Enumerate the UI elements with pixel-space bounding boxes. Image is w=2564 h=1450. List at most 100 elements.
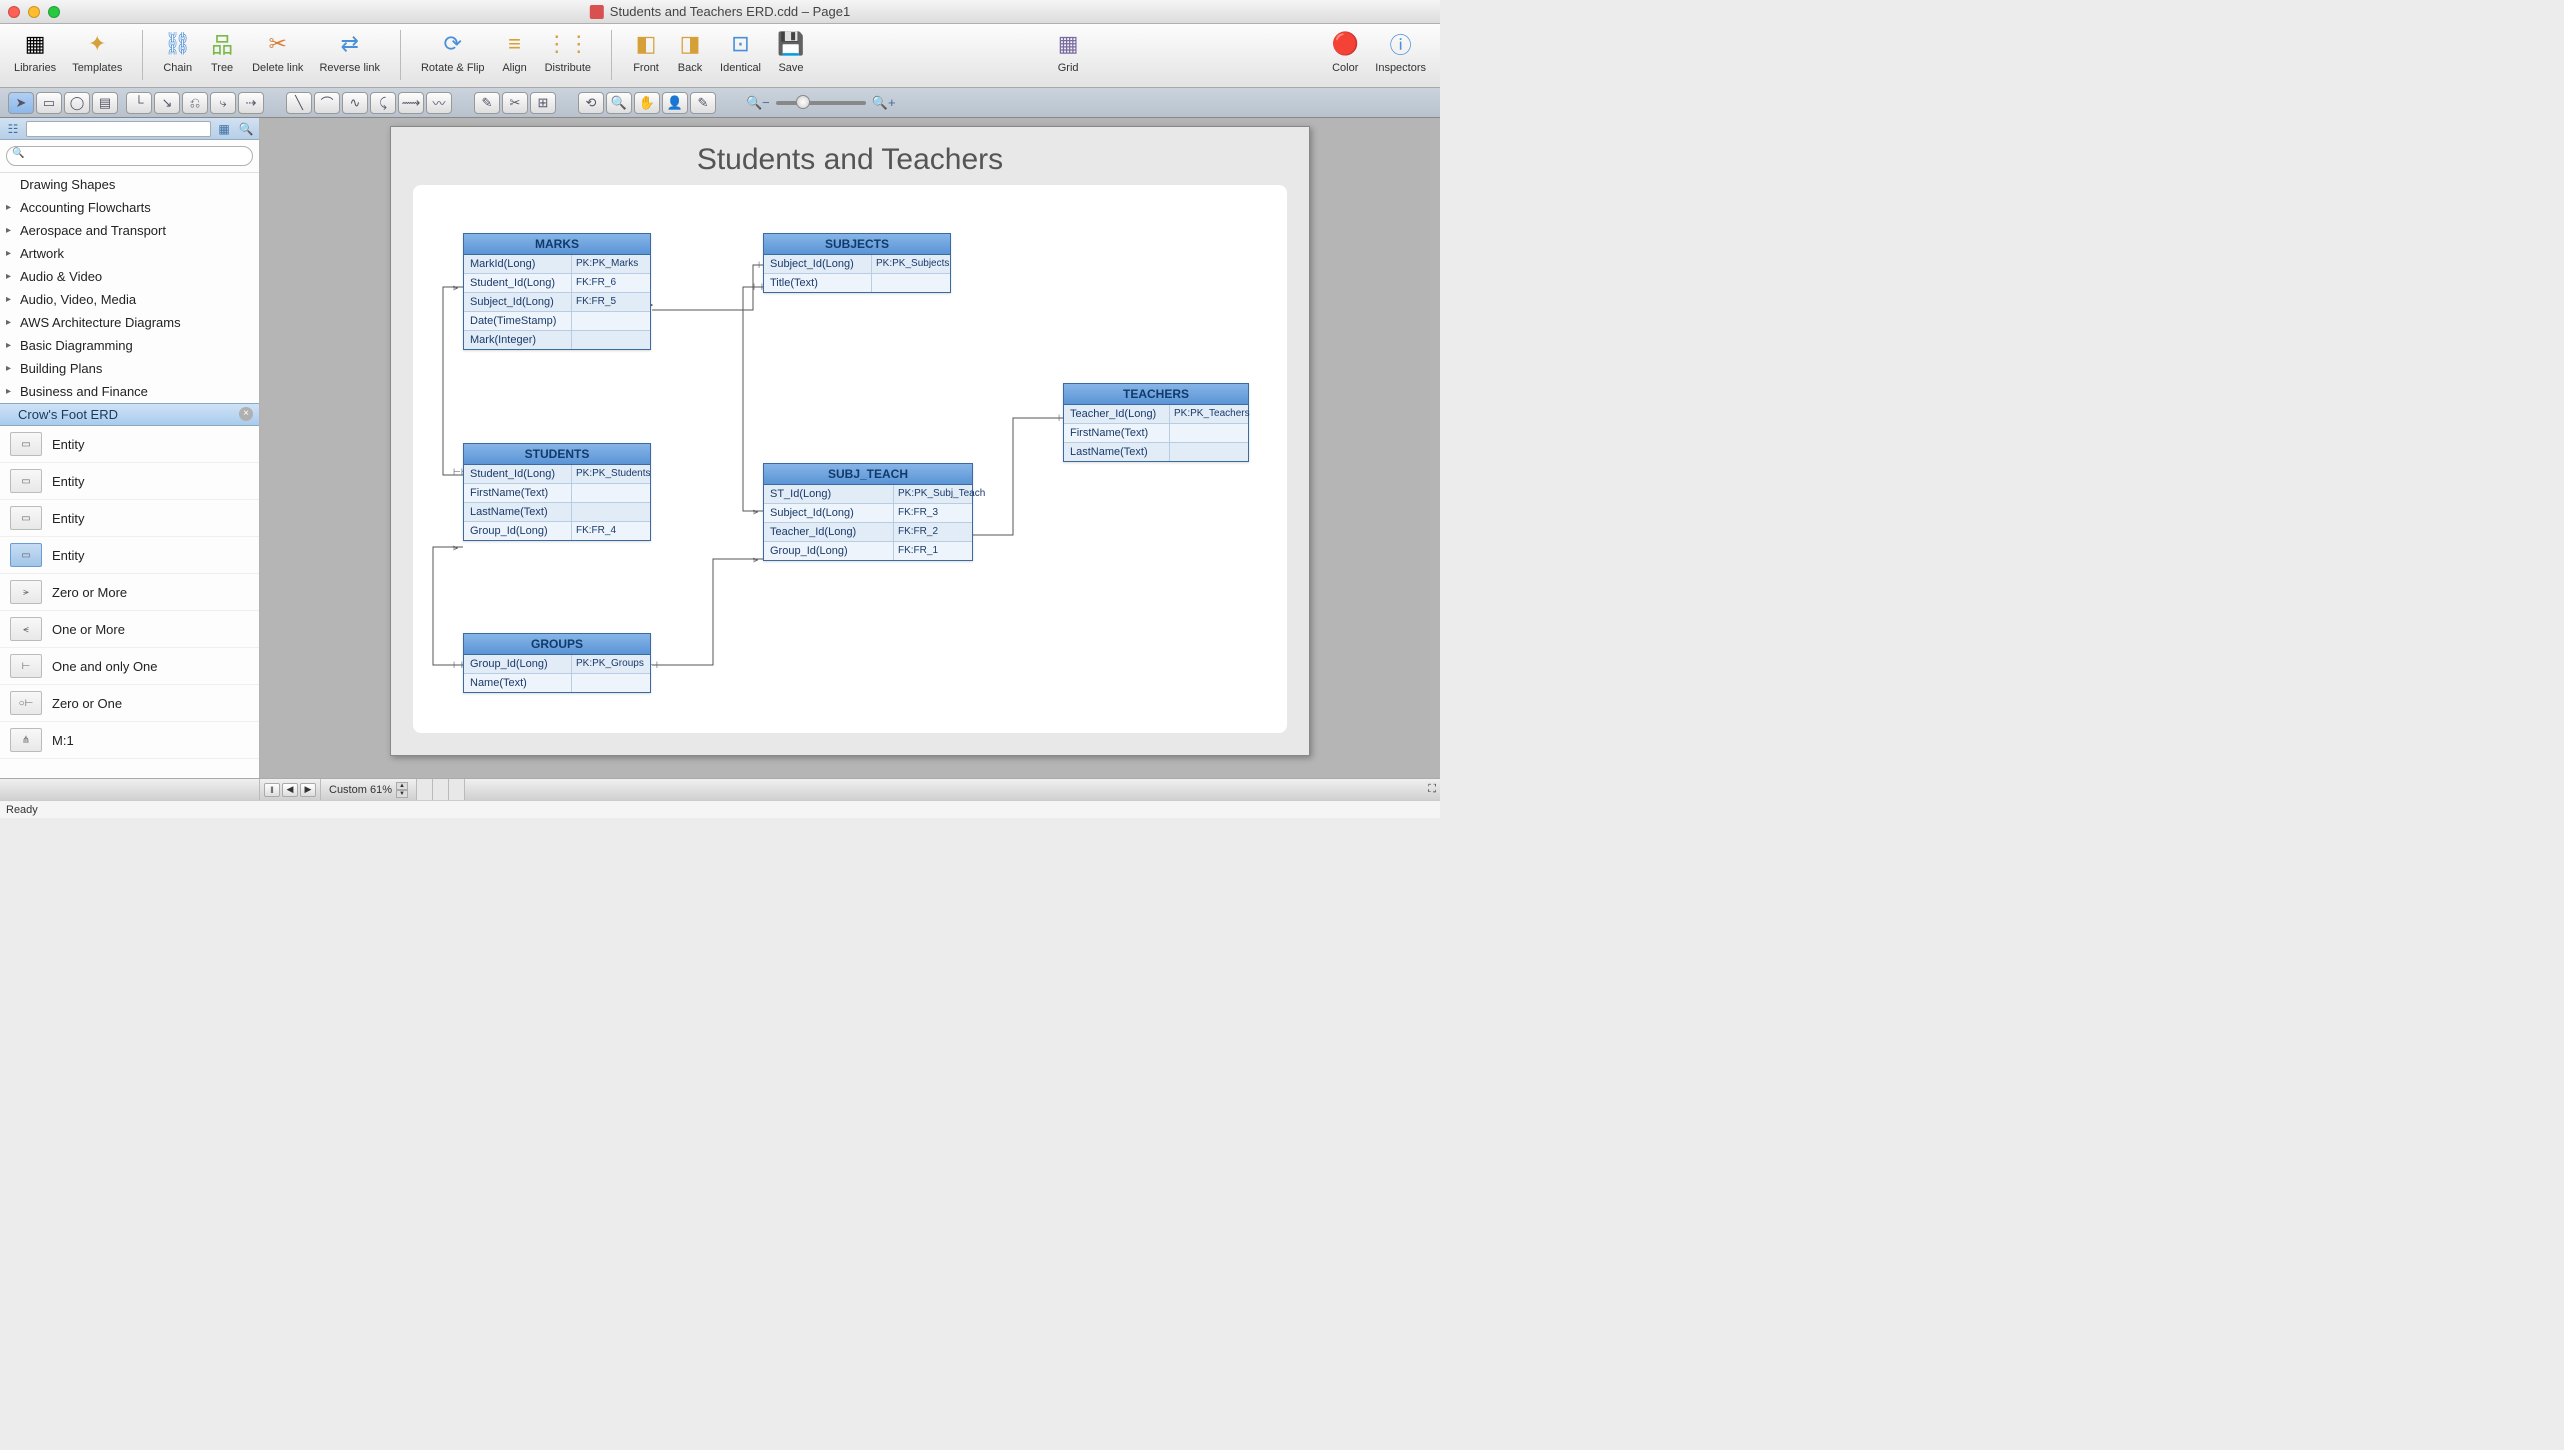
entity-row[interactable]: FirstName(Text) [464, 484, 650, 503]
entity-groups[interactable]: GROUPS Group_Id(Long)PK:PK_GroupsName(Te… [463, 633, 651, 693]
line-tool-5[interactable]: ⟿ [398, 92, 424, 114]
entity-row[interactable]: LastName(Text) [1064, 443, 1248, 461]
grid-button[interactable]: ▦Grid [1048, 28, 1088, 76]
fit-icon[interactable]: ⛶ [1424, 783, 1440, 796]
line-tool-3[interactable]: ∿ [342, 92, 368, 114]
minimize-window-button[interactable] [28, 6, 40, 18]
entity-row[interactable]: Student_Id(Long)PK:PK_Students [464, 465, 650, 484]
zoom-in-icon[interactable]: 🔍+ [872, 95, 896, 111]
view-tool-5[interactable]: ✎ [690, 92, 716, 114]
line-tool-2[interactable]: ⌒ [314, 92, 340, 114]
entity-row[interactable]: Teacher_Id(Long)PK:PK_Teachers [1064, 405, 1248, 424]
line-tool-1[interactable]: ╲ [286, 92, 312, 114]
entity-marks[interactable]: MARKS MarkId(Long)PK:PK_MarksStudent_Id(… [463, 233, 651, 350]
category-item[interactable]: Drawing Shapes [0, 173, 259, 196]
chain-button[interactable]: ⛓Chain [157, 28, 198, 76]
category-item[interactable]: Audio, Video, Media [0, 288, 259, 311]
sidebar-filter-input[interactable] [26, 121, 211, 137]
page-tab-3[interactable] [449, 779, 465, 800]
connector-tool-5[interactable]: ⇢ [238, 92, 264, 114]
shape-item[interactable]: ⋔M:1 [0, 722, 259, 759]
shape-item[interactable]: ○⊢Zero or One [0, 685, 259, 722]
view-tool-4[interactable]: 👤 [662, 92, 688, 114]
front-button[interactable]: ◧Front [626, 28, 666, 76]
pointer-tool[interactable]: ➤ [8, 92, 34, 114]
inspectors-button[interactable]: ⓘInspectors [1369, 28, 1432, 76]
entity-row[interactable]: Student_Id(Long)FK:FR_6 [464, 274, 650, 293]
connector-tool-4[interactable]: ⤷ [210, 92, 236, 114]
back-button[interactable]: ◨Back [670, 28, 710, 76]
scroll-prev-button[interactable]: ◀ [282, 783, 298, 797]
entity-row[interactable]: Mark(Integer) [464, 331, 650, 349]
zoom-stepper[interactable]: ▲▼ [396, 782, 408, 798]
shape-item[interactable]: ⊢One and only One [0, 648, 259, 685]
save-button[interactable]: 💾Save [771, 28, 811, 76]
scroll-next-button[interactable]: ▶ [300, 783, 316, 797]
entity-row[interactable]: Title(Text) [764, 274, 950, 292]
category-item[interactable]: Business and Finance [0, 380, 259, 403]
close-category-icon[interactable]: × [239, 407, 253, 421]
entity-row[interactable]: LastName(Text) [464, 503, 650, 522]
category-item[interactable]: Audio & Video [0, 265, 259, 288]
tree-button[interactable]: 品Tree [202, 28, 242, 76]
shape-item[interactable]: ▭Entity [0, 500, 259, 537]
category-item[interactable]: AWS Architecture Diagrams [0, 311, 259, 334]
zoom-slider[interactable]: 🔍− 🔍+ [746, 95, 896, 111]
line-tool-4[interactable]: ⤹ [370, 92, 396, 114]
connector-tool-1[interactable]: └ [126, 92, 152, 114]
entity-row[interactable]: Date(TimeStamp) [464, 312, 650, 331]
hand-tool[interactable]: ✋ [634, 92, 660, 114]
templates-button[interactable]: ✦Templates [66, 28, 128, 76]
entity-row[interactable]: Teacher_Id(Long)FK:FR_2 [764, 523, 972, 542]
close-window-button[interactable] [8, 6, 20, 18]
entity-row[interactable]: Group_Id(Long)FK:FR_1 [764, 542, 972, 560]
zoom-window-button[interactable] [48, 6, 60, 18]
distribute-button[interactable]: ⋮⋮Distribute [539, 28, 597, 76]
scroll-pause-button[interactable]: ‖ [264, 783, 280, 797]
entity-students[interactable]: STUDENTS Student_Id(Long)PK:PK_StudentsF… [463, 443, 651, 541]
align-button[interactable]: ≡Align [495, 28, 535, 76]
sidebar-search-icon[interactable]: 🔍 [237, 121, 255, 137]
category-item[interactable]: Building Plans [0, 357, 259, 380]
zoom-out-icon[interactable]: 🔍− [746, 95, 770, 111]
edit-tool-3[interactable]: ⊞ [530, 92, 556, 114]
libraries-button[interactable]: ▦Libraries [8, 28, 62, 76]
color-button[interactable]: 🔴Color [1325, 28, 1365, 76]
category-item[interactable]: Artwork [0, 242, 259, 265]
page-tab-1[interactable] [417, 779, 433, 800]
edit-tool-1[interactable]: ✎ [474, 92, 500, 114]
rotate-flip-button[interactable]: ⟳Rotate & Flip [415, 28, 491, 76]
entity-row[interactable]: Subject_Id(Long)FK:FR_3 [764, 504, 972, 523]
shape-item[interactable]: ▭Entity [0, 537, 259, 574]
delete-link-button[interactable]: ✂Delete link [246, 28, 309, 76]
shape-item[interactable]: ▭Entity [0, 426, 259, 463]
view-tool-2[interactable]: 🔍 [606, 92, 632, 114]
page-tab-2[interactable] [433, 779, 449, 800]
line-tool-6[interactable]: 〰 [426, 92, 452, 114]
identical-button[interactable]: ⊡Identical [714, 28, 767, 76]
entity-subjects[interactable]: SUBJECTS Subject_Id(Long)PK:PK_SubjectsT… [763, 233, 951, 293]
entity-row[interactable]: MarkId(Long)PK:PK_Marks [464, 255, 650, 274]
entity-subj-teach[interactable]: SUBJ_TEACH ST_Id(Long)PK:PK_Subj_TeachSu… [763, 463, 973, 561]
connector-tool-2[interactable]: ↘ [154, 92, 180, 114]
shape-item[interactable]: ⪫Zero or More [0, 574, 259, 611]
canvas[interactable]: Students and Teachers ⪫⊢⊢ ⊢⊢⪫ ⪫⊢⊢ [260, 118, 1440, 778]
text-tool[interactable]: ▤ [92, 92, 118, 114]
category-item[interactable]: Basic Diagramming [0, 334, 259, 357]
entity-row[interactable]: Subject_Id(Long)FK:FR_5 [464, 293, 650, 312]
entity-row[interactable]: Group_Id(Long)FK:FR_4 [464, 522, 650, 540]
ellipse-tool[interactable]: ◯ [64, 92, 90, 114]
shape-item[interactable]: ⪪One or More [0, 611, 259, 648]
sidebar-grid-icon[interactable]: ▦ [215, 121, 233, 137]
library-search-input[interactable] [6, 146, 253, 166]
entity-row[interactable]: Name(Text) [464, 674, 650, 692]
shape-item[interactable]: ▭Entity [0, 463, 259, 500]
view-tool-1[interactable]: ⟲ [578, 92, 604, 114]
reverse-link-button[interactable]: ⇄Reverse link [313, 28, 386, 76]
entity-row[interactable]: Subject_Id(Long)PK:PK_Subjects [764, 255, 950, 274]
category-item[interactable]: Accounting Flowcharts [0, 196, 259, 219]
entity-row[interactable]: FirstName(Text) [1064, 424, 1248, 443]
entity-teachers[interactable]: TEACHERS Teacher_Id(Long)PK:PK_TeachersF… [1063, 383, 1249, 462]
rectangle-tool[interactable]: ▭ [36, 92, 62, 114]
sidebar-tree-icon[interactable]: ☷ [4, 121, 22, 137]
